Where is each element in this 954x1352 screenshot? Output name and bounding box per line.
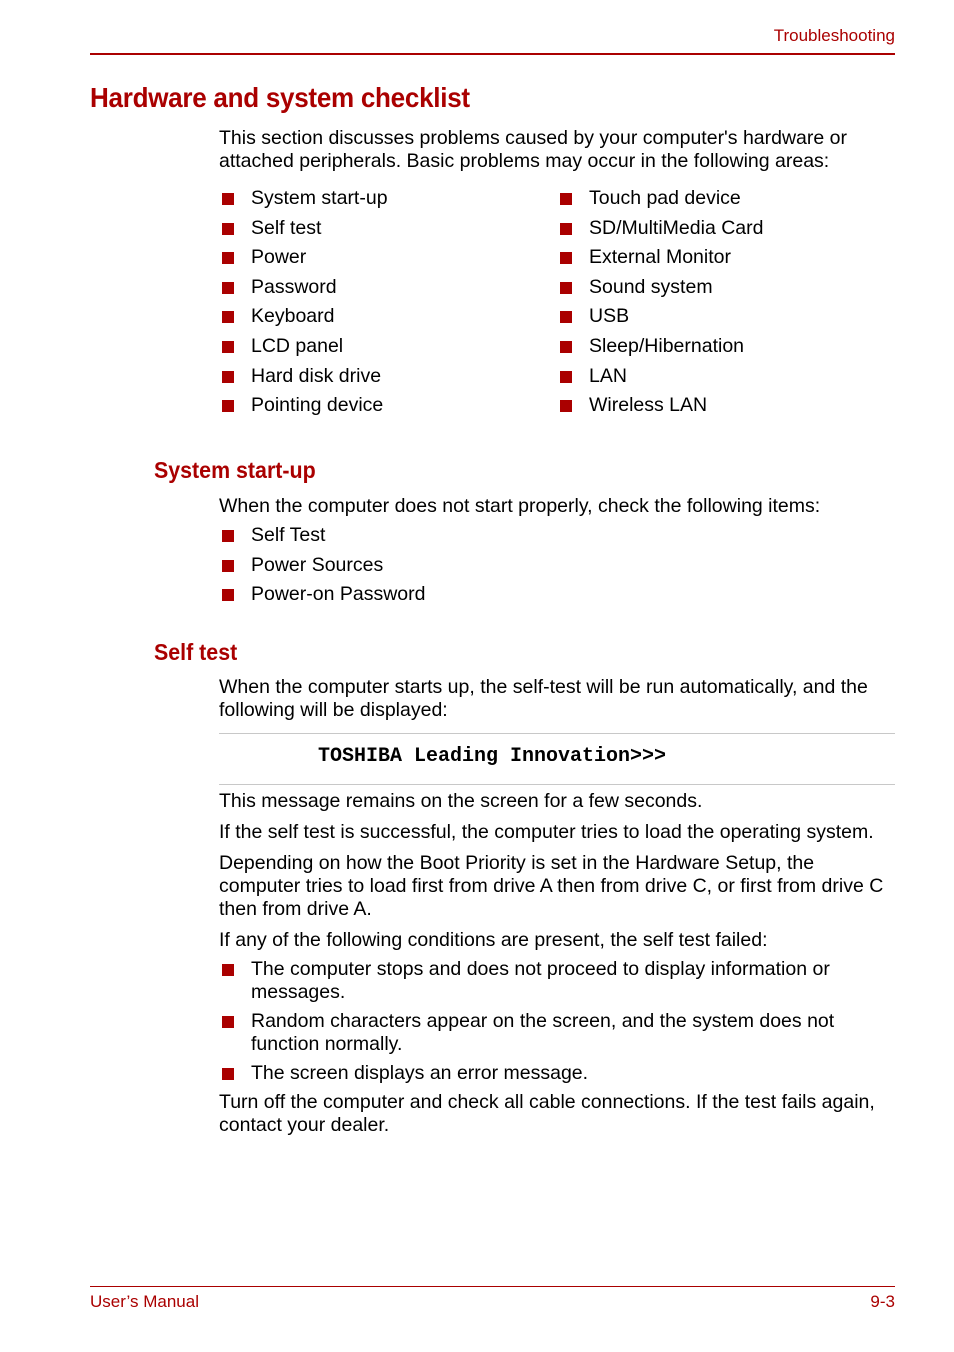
list-item: Password bbox=[219, 276, 557, 306]
list-item: Hard disk drive bbox=[219, 365, 557, 395]
section-heading-self-test: Self test bbox=[154, 639, 238, 665]
bullet-square-icon bbox=[222, 281, 234, 294]
self-test-intro: When the computer starts up, the self-te… bbox=[219, 676, 868, 721]
list-item: The computer stops and does not proceed … bbox=[219, 958, 895, 1004]
bullet-square-icon bbox=[222, 589, 234, 602]
section-heading-system-startup: System start-up bbox=[154, 457, 316, 483]
bullet-square-icon bbox=[222, 222, 234, 235]
boot-message: TOSHIBA Leading Innovation>>> bbox=[318, 745, 667, 768]
bullet-square-icon bbox=[560, 311, 572, 324]
bullet-square-icon bbox=[222, 340, 234, 353]
list-item: Random characters appear on the screen, … bbox=[219, 1010, 895, 1056]
problem-areas-left: System start-up Self test Power Password… bbox=[219, 187, 557, 424]
bullet-square-icon bbox=[222, 193, 234, 205]
list-item: Power-on Password bbox=[219, 583, 895, 613]
self-test-details: This message remains on the screen for a… bbox=[219, 790, 895, 1137]
bullet-square-icon bbox=[222, 400, 234, 413]
list-item: LAN bbox=[557, 365, 895, 395]
bullet-square-icon bbox=[560, 281, 572, 294]
boot-message-box: TOSHIBA Leading Innovation>>> bbox=[219, 733, 895, 785]
list-item: Wireless LAN bbox=[557, 394, 895, 424]
bullet-square-icon bbox=[560, 222, 572, 235]
paragraph: Depending on how the Boot Priority is se… bbox=[219, 852, 884, 920]
system-startup-intro: When the computer does not start properl… bbox=[219, 495, 821, 517]
bullet-square-icon bbox=[222, 370, 234, 383]
page-title: Hardware and system checklist bbox=[90, 82, 470, 113]
bullet-square-icon bbox=[222, 964, 234, 976]
list-item: Keyboard bbox=[219, 305, 557, 335]
list-item: SD/MultiMedia Card bbox=[557, 217, 895, 247]
problem-areas-list: System start-up Self test Power Password… bbox=[219, 187, 895, 424]
system-startup-items: Self Test Power Sources Power-on Passwor… bbox=[219, 524, 895, 613]
bullet-square-icon bbox=[222, 559, 234, 572]
list-item: Power bbox=[219, 246, 557, 276]
paragraph: If the self test is successful, the comp… bbox=[219, 821, 874, 843]
list-item: Pointing device bbox=[219, 394, 557, 424]
bullet-square-icon bbox=[560, 252, 572, 265]
bullet-square-icon bbox=[222, 252, 234, 265]
bullet-square-icon bbox=[222, 1016, 234, 1028]
system-startup-section: When the computer does not start properl… bbox=[219, 495, 895, 613]
list-item: System start-up bbox=[219, 187, 557, 217]
closing-paragraph: Turn off the computer and check all cabl… bbox=[219, 1091, 875, 1136]
list-item: Self test bbox=[219, 217, 557, 247]
list-item: The screen displays an error message. bbox=[219, 1062, 895, 1085]
list-item: External Monitor bbox=[557, 246, 895, 276]
bullet-square-icon bbox=[222, 530, 234, 542]
intro-paragraph: This section discusses problems caused b… bbox=[219, 127, 847, 172]
bullet-square-icon bbox=[560, 193, 572, 205]
problem-areas-right: Touch pad device SD/MultiMedia Card Exte… bbox=[557, 187, 895, 424]
list-item: USB bbox=[557, 305, 895, 335]
manual-label: User’s Manual bbox=[90, 1292, 199, 1311]
list-item: Sleep/Hibernation bbox=[557, 335, 895, 365]
paragraph: This message remains on the screen for a… bbox=[219, 790, 703, 812]
failure-conditions-list: The computer stops and does not proceed … bbox=[219, 958, 895, 1085]
bullet-square-icon bbox=[560, 370, 572, 383]
page-number: 9-3 bbox=[870, 1292, 895, 1311]
bullet-square-icon bbox=[560, 340, 572, 353]
paragraph: If any of the following conditions are p… bbox=[219, 929, 768, 951]
bullet-square-icon bbox=[222, 311, 234, 324]
list-item: LCD panel bbox=[219, 335, 557, 365]
chapter-label: Troubleshooting bbox=[773, 26, 895, 45]
bullet-square-icon bbox=[560, 400, 572, 413]
list-item: Touch pad device bbox=[557, 187, 895, 217]
list-item: Sound system bbox=[557, 276, 895, 306]
list-item: Power Sources bbox=[219, 554, 895, 584]
bullet-square-icon bbox=[222, 1068, 234, 1080]
footer-rule bbox=[90, 1286, 895, 1287]
header-rule bbox=[90, 53, 895, 55]
list-item: Self Test bbox=[219, 524, 895, 554]
